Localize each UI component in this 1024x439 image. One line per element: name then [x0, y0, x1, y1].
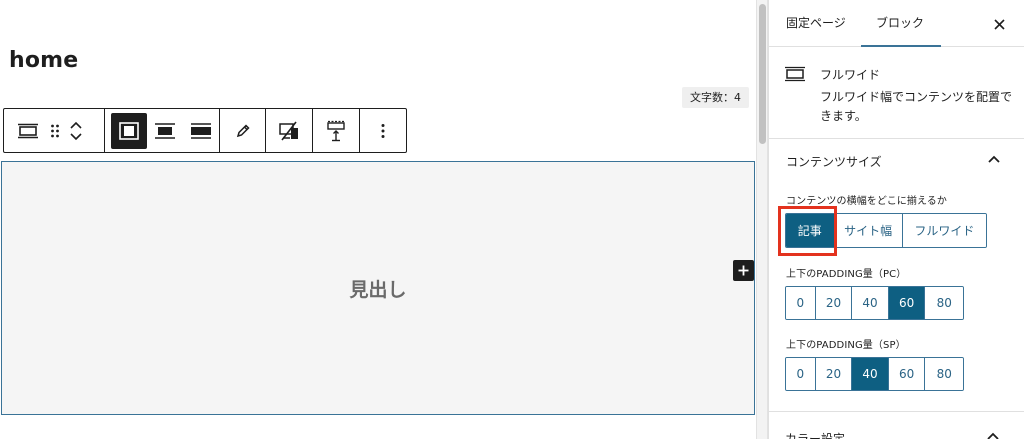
padding-pc-option-80[interactable]: 80	[925, 287, 963, 319]
tab-page[interactable]: 固定ページ	[786, 0, 846, 47]
content-size-panel-header[interactable]: コンテンツサイズ	[769, 139, 1024, 185]
toolbar-group-spacing	[313, 109, 360, 152]
align-option-full-wide[interactable]: フルワイド	[902, 214, 986, 247]
close-icon	[993, 18, 1005, 30]
annotation-highlight-box	[778, 206, 837, 256]
plus-icon	[738, 265, 749, 276]
padding-sp-option-0[interactable]: 0	[786, 358, 816, 390]
device-visibility-button[interactable]	[271, 113, 307, 149]
toolbar-group-block	[4, 109, 105, 152]
chevron-up-icon[interactable]	[70, 121, 82, 129]
block-card-description: フルワイド幅でコンテンツを配置できます。	[820, 90, 1013, 123]
page-title[interactable]: home	[9, 48, 78, 73]
chevron-down-icon[interactable]	[70, 132, 82, 141]
block-card-title: フルワイド	[820, 68, 881, 82]
tab-block[interactable]: ブロック	[876, 0, 924, 47]
color-panel-header[interactable]: カラー設定	[768, 412, 1024, 439]
drag-handle-icon	[51, 124, 59, 137]
toolbar-group-visibility	[266, 109, 313, 152]
padding-sp-label: 上下のPADDING量（SP）	[786, 340, 906, 351]
padding-pc-option-20[interactable]: 20	[815, 287, 853, 319]
padding-sp-button-group: 0 20 40 60 80	[785, 357, 964, 391]
block-type-button[interactable]	[10, 113, 46, 149]
more-vertical-icon	[381, 123, 385, 138]
padding-sp-option-80[interactable]: 80	[925, 358, 963, 390]
align-field-label: コンテンツの横幅をどこに揃えるか	[786, 196, 947, 207]
editor-scrollbar[interactable]	[756, 0, 768, 439]
align-option-site-width[interactable]: サイト幅	[834, 214, 903, 247]
padding-pc-option-40[interactable]: 40	[852, 287, 889, 319]
padding-sp-option-20[interactable]: 20	[815, 358, 853, 390]
vertical-spacing-icon	[327, 120, 345, 141]
align-full-wide-icon	[191, 122, 211, 139]
block-card: フルワイド フルワイド幅でコンテンツを配置できます。	[769, 47, 1024, 139]
toolbar-group-edit	[220, 109, 266, 152]
align-site-width-button[interactable]	[147, 113, 183, 149]
padding-pc-button-group: 0 20 40 60 80	[785, 286, 964, 320]
padding-pc-option-0[interactable]: 0	[786, 287, 816, 319]
editor-canvas: home 文字数：4 見出し	[0, 0, 756, 439]
color-panel-title: カラー設定	[785, 432, 846, 439]
full-wide-block[interactable]: 見出し	[1, 161, 755, 415]
block-mover	[64, 113, 88, 149]
scrollbar-thumb[interactable]	[759, 4, 766, 144]
close-sidebar-button[interactable]	[987, 12, 1011, 36]
align-site-width-icon	[155, 122, 175, 139]
chevron-up-icon	[987, 432, 999, 439]
chevron-up-icon	[988, 155, 1000, 163]
drag-handle[interactable]	[46, 113, 64, 149]
align-article-button[interactable]	[111, 112, 147, 149]
sidebar-tabs: 固定ページ ブロック	[769, 0, 1024, 47]
padding-pc-label: 上下のPADDING量（PC）	[786, 269, 907, 280]
device-hidden-icon	[279, 121, 298, 140]
padding-sp-option-40[interactable]: 40	[852, 358, 889, 390]
align-article-icon	[119, 121, 139, 140]
content-size-panel-title: コンテンツサイズ	[786, 155, 882, 169]
full-wide-block-icon	[18, 123, 38, 138]
full-wide-block-icon	[785, 66, 805, 82]
pencil-icon	[236, 123, 250, 137]
padding-sp-option-60[interactable]: 60	[888, 358, 926, 390]
toolbar-group-align	[105, 109, 220, 152]
toolbar-group-options	[360, 109, 406, 152]
block-heading-placeholder[interactable]: 見出し	[2, 162, 754, 414]
spacing-button[interactable]	[318, 113, 354, 149]
align-full-wide-button[interactable]	[183, 113, 219, 149]
block-toolbar	[3, 108, 407, 153]
padding-pc-option-60[interactable]: 60	[888, 287, 926, 319]
block-inserter-button[interactable]	[733, 260, 754, 281]
more-options-button[interactable]	[365, 113, 401, 149]
edit-button[interactable]	[225, 113, 261, 149]
character-count-badge: 文字数：4	[682, 87, 749, 108]
